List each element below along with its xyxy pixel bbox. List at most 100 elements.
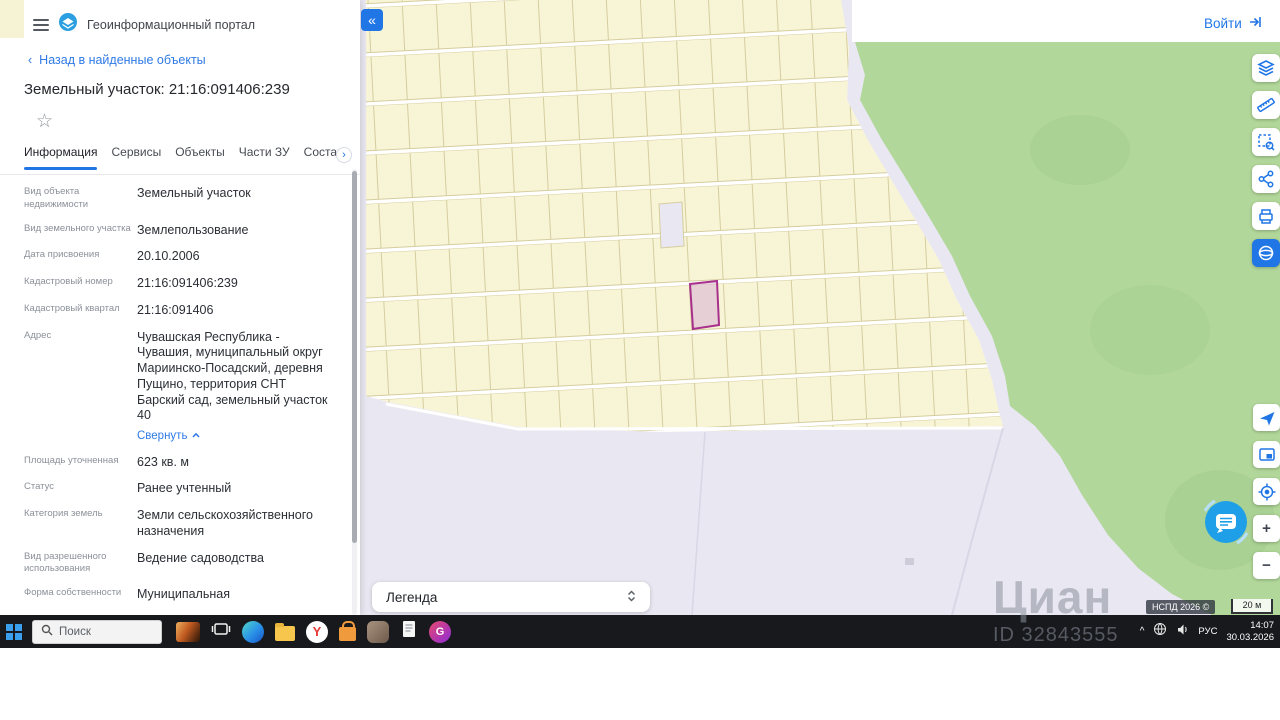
field-row: Кадастровый квартал21:16:091406 — [24, 303, 336, 319]
back-chevron-icon: ‹ — [28, 53, 32, 67]
field-row: Кадастровый номер21:16:091406:239 — [24, 276, 336, 292]
zoom-in-button[interactable]: + — [1253, 515, 1280, 542]
zoom-out-button[interactable]: − — [1253, 552, 1280, 579]
area-search-icon[interactable] — [1252, 128, 1280, 156]
print-icon[interactable] — [1252, 202, 1280, 230]
taskbar-clock[interactable]: 14:07 30.03.2026 — [1226, 620, 1274, 644]
app-title: Геоинформационный портал — [87, 18, 255, 32]
start-button[interactable] — [6, 624, 22, 640]
scrollbar-thumb[interactable] — [352, 171, 357, 543]
field-value: Ранее учтенный — [137, 481, 336, 497]
file-explorer-icon[interactable] — [275, 626, 295, 641]
back-link-label: Назад в найденные объекты — [39, 53, 205, 67]
tab-services[interactable]: Сервисы — [111, 145, 161, 169]
field-label: Категория земель — [24, 508, 137, 540]
chat-icon[interactable] — [1199, 495, 1253, 549]
field-label: Статус — [24, 481, 137, 497]
photos-app-icon[interactable] — [176, 622, 200, 642]
tab-information[interactable]: Информация — [24, 145, 97, 169]
info-content: Вид объекта недвижимостиЗемельный участо… — [0, 169, 348, 615]
field-value: Земли сельскохозяйственного назначения — [137, 508, 336, 540]
taskbar-apps: Y G — [176, 619, 451, 644]
map-toolbar — [1252, 54, 1280, 267]
minimap-icon[interactable] — [1253, 441, 1280, 468]
crosshair-icon[interactable] — [1253, 478, 1280, 505]
field-value: Ведение садоводства — [137, 551, 336, 577]
network-globe-icon[interactable] — [1153, 622, 1167, 641]
taskbar-time: 14:07 — [1226, 620, 1274, 632]
map-controls: + − — [1253, 404, 1280, 579]
page-title: Земельный участок: 21:16:091406:239 — [24, 81, 336, 98]
search-icon — [41, 624, 53, 639]
tabs-more-button[interactable]: › — [336, 147, 352, 163]
taskbar-search[interactable]: Поиск — [32, 620, 162, 644]
legend-bar[interactable]: Легенда — [372, 582, 650, 612]
login-icon — [1248, 15, 1262, 32]
field-label: Вид разрешенного использования — [24, 551, 137, 577]
tab-parcel-parts[interactable]: Части ЗУ — [239, 145, 290, 169]
field-value: 623 кв. м — [137, 455, 336, 471]
field-row: Вид разрешенного использованияВедение са… — [24, 551, 336, 577]
ruler-icon[interactable] — [1252, 91, 1280, 119]
map-canvas[interactable] — [360, 0, 1280, 615]
screen: « Войти — [0, 0, 1280, 720]
search-placeholder: Поиск — [59, 626, 91, 638]
legend-label: Легенда — [386, 590, 437, 605]
field-label: Вид земельного участка — [24, 223, 137, 239]
field-label: Форма собственности — [24, 587, 137, 603]
favorite-star-icon[interactable]: ☆ — [36, 110, 60, 133]
map-attribution: НСПД 2026 © — [1146, 600, 1215, 614]
chevron-up-icon — [191, 429, 201, 443]
field-value: Чувашская Республика - Чувашия, муниципа… — [137, 330, 336, 444]
scale-bar: 20 м — [1231, 599, 1273, 614]
address-text: Чувашская Республика - Чувашия, муниципа… — [137, 330, 328, 423]
task-view-icon[interactable] — [211, 619, 231, 644]
field-value: 21:16:091406:239 — [137, 276, 336, 292]
back-link[interactable]: ‹ Назад в найденные объекты — [28, 53, 360, 67]
panel-header: Геоинформационный портал — [0, 0, 360, 37]
panel-scrollbar[interactable] — [352, 169, 357, 615]
app-icon[interactable] — [367, 621, 389, 643]
basemap — [360, 0, 1280, 615]
field-value: Земельный участок — [137, 186, 336, 212]
volume-icon[interactable] — [1176, 623, 1189, 641]
field-row: Вид земельного участкаЗемлепользование — [24, 223, 336, 239]
tray-expand-icon[interactable]: ^ — [1140, 626, 1145, 637]
field-row: Дата присвоения20.10.2006 — [24, 249, 336, 265]
field-label: Площадь уточненная — [24, 455, 137, 471]
field-label: Вид объекта недвижимости — [24, 186, 137, 212]
field-value: Землепользование — [137, 223, 336, 239]
field-label: Адрес — [24, 330, 137, 444]
taskbar-date: 30.03.2026 — [1226, 632, 1274, 644]
system-tray: ^ РУС 14:07 30.03.2026 — [1140, 620, 1274, 644]
share-icon[interactable] — [1252, 165, 1280, 193]
tab-objects[interactable]: Объекты — [175, 145, 225, 169]
field-label: Кадастровый номер — [24, 276, 137, 292]
field-value: 21:16:091406 — [137, 303, 336, 319]
layers-icon[interactable] — [1252, 54, 1280, 82]
notepad-icon[interactable] — [400, 619, 418, 644]
field-row: Вид объекта недвижимостиЗемельный участо… — [24, 186, 336, 212]
panel-collapse-button[interactable]: « — [361, 9, 383, 31]
field-row: Категория земельЗемли сельскохозяйственн… — [24, 508, 336, 540]
highlighted-parcel — [690, 281, 719, 329]
map-peek — [0, 0, 24, 38]
legend-expand-icon[interactable] — [625, 589, 638, 606]
locate-arrow-icon[interactable] — [1253, 404, 1280, 431]
field-row: СтатусРанее учтенный — [24, 481, 336, 497]
yandex-browser-icon[interactable]: Y — [306, 621, 328, 643]
field-row: Площадь уточненная623 кв. м — [24, 455, 336, 471]
panorama-icon[interactable] — [1252, 239, 1280, 267]
browser-app-icon[interactable]: G — [429, 621, 451, 643]
field-label: Кадастровый квартал — [24, 303, 137, 319]
edge-icon[interactable] — [242, 621, 264, 643]
address-collapse-link[interactable]: Свернуть — [137, 429, 336, 443]
field-row: Форма собственностиМуниципальная — [24, 587, 336, 603]
login-label: Войти — [1204, 16, 1242, 31]
field-value: Муниципальная — [137, 587, 336, 603]
login-button[interactable]: Войти — [1204, 15, 1262, 32]
field-row-address: Адрес Чувашская Республика - Чувашия, му… — [24, 330, 336, 444]
menu-icon[interactable] — [33, 19, 49, 31]
language-indicator[interactable]: РУС — [1198, 626, 1217, 637]
store-app-icon[interactable] — [339, 627, 356, 641]
